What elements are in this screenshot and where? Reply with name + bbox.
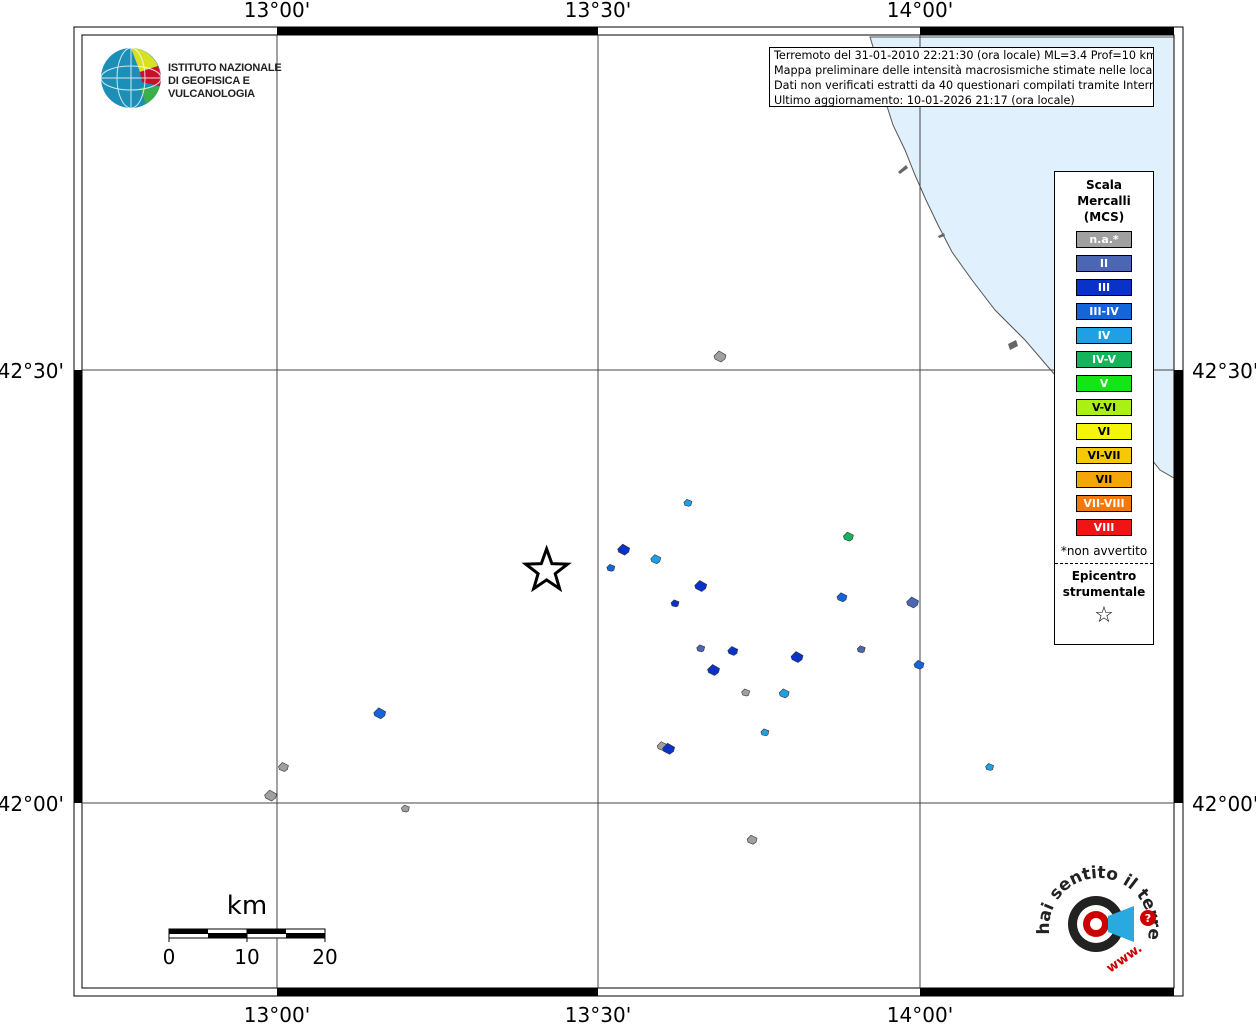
locality-marker xyxy=(727,646,739,656)
lon-label-top-1300: 13°00' xyxy=(244,0,310,22)
locality-marker xyxy=(843,531,854,542)
lon-label-bottom-1400: 14°00' xyxy=(887,1003,953,1024)
legend-class-v-vi: V-VI xyxy=(1076,399,1132,416)
globe-logo-icon xyxy=(100,47,162,109)
lon-label-top-1330: 13°30' xyxy=(565,0,631,22)
scale-tick-10: 10 xyxy=(234,945,259,969)
lat-label-right-4230: 42°30' xyxy=(1192,359,1256,383)
scale-tick-0: 0 xyxy=(163,945,176,969)
legend-class-iii: III xyxy=(1076,279,1132,296)
locality-marker xyxy=(741,688,751,697)
legend-note: *non avvertito xyxy=(1060,544,1148,558)
epicenter-star xyxy=(521,544,572,593)
locality-marker xyxy=(696,644,706,653)
event-info-line3: Dati non verificati estratti da 40 quest… xyxy=(774,79,1154,92)
legend-epicenter-2: strumentale xyxy=(1062,585,1146,599)
lon-label-bottom-1330: 13°30' xyxy=(565,1003,631,1024)
locality-marker xyxy=(278,762,289,772)
legend-class-vi-vii: VI-VII xyxy=(1076,447,1132,464)
locality-marker xyxy=(670,599,680,608)
legend-class-v: V xyxy=(1076,375,1132,392)
event-info-line4: Ultimo aggiornamento: 10-01-2026 21:17 (… xyxy=(774,94,1075,107)
locality-marker xyxy=(694,580,708,592)
locality-marker xyxy=(264,789,277,802)
locality-marker xyxy=(606,563,616,572)
ingv-name-line1: ISTITUTO NAZIONALE xyxy=(168,62,282,74)
ingv-logo: ISTITUTO NAZIONALE DI GEOFISICA E VULCAN… xyxy=(100,46,320,112)
locality-markers xyxy=(264,350,994,845)
legend-title-3: (MCS) xyxy=(1083,210,1125,224)
legend-class-iii-iv: III-IV xyxy=(1076,303,1132,320)
legend-title-2: Mercalli xyxy=(1077,194,1131,208)
event-info-box: Terremoto del 31-01-2010 22:21:30 (ora l… xyxy=(769,47,1154,107)
epicenter-star-shape xyxy=(521,544,572,593)
locality-marker xyxy=(856,645,866,654)
scale-tick-20: 20 xyxy=(312,945,337,969)
legend-class-vii: VII xyxy=(1076,471,1132,488)
legend-class-iv-v: IV-V xyxy=(1076,351,1132,368)
legend-epicenter-1: Epicentro xyxy=(1071,569,1137,583)
locality-marker xyxy=(401,804,410,813)
legend-classes: n.a.* II III III-IV IV IV-V V V-VI VI VI-VII VII VI… xyxy=(1055,231,1153,536)
event-info-line2: Mappa preliminare delle intensità macros… xyxy=(774,64,1154,77)
legend-class-n-a: n.a.* xyxy=(1076,231,1132,248)
haisentito-logo: hai sentito il terremoto.it ? www. xyxy=(1036,860,1164,976)
scale-bar: km 0 10 20 xyxy=(163,891,338,969)
locality-marker xyxy=(906,596,919,609)
legend-star-icon: ☆ xyxy=(1094,603,1114,628)
locality-marker xyxy=(778,688,790,699)
svg-text:?: ? xyxy=(1145,912,1151,925)
locality-marker xyxy=(836,592,848,603)
legend-class-iv: IV xyxy=(1076,327,1132,344)
legend-title-1: Scala xyxy=(1085,178,1123,192)
locality-marker xyxy=(760,728,770,737)
locality-marker xyxy=(373,707,387,720)
locality-marker xyxy=(746,834,758,845)
locality-marker xyxy=(913,659,925,670)
lat-label-left-4200: 42°00' xyxy=(0,792,64,816)
legend-class-vi: VI xyxy=(1076,423,1132,440)
locality-marker xyxy=(707,664,720,676)
legend-class-vii-viii: VII-VIII xyxy=(1076,495,1132,512)
locality-marker xyxy=(617,543,631,556)
lat-label-right-4200: 42°00' xyxy=(1192,792,1256,816)
locality-marker xyxy=(985,763,994,771)
lat-label-left-4230: 42°30' xyxy=(0,359,64,383)
event-info-line1: Terremoto del 31-01-2010 22:21:30 (ora l… xyxy=(774,49,1154,62)
ingv-name-line2: DI GEOFISICA E VULCANOLOGIA xyxy=(168,75,255,100)
locality-marker xyxy=(683,499,693,507)
locality-marker xyxy=(650,554,662,564)
legend-class-viii: VIII xyxy=(1076,519,1132,536)
lon-label-bottom-1300: 13°00' xyxy=(244,1003,310,1024)
scale-unit: km xyxy=(227,891,267,921)
legend-class-ii: II xyxy=(1076,255,1132,272)
locality-marker xyxy=(713,350,727,363)
mcs-legend: Scala Mercalli (MCS) n.a.* II III III-IV IV I… xyxy=(1054,171,1154,645)
locality-marker xyxy=(790,651,804,663)
lon-label-top-1400: 14°00' xyxy=(887,0,953,22)
